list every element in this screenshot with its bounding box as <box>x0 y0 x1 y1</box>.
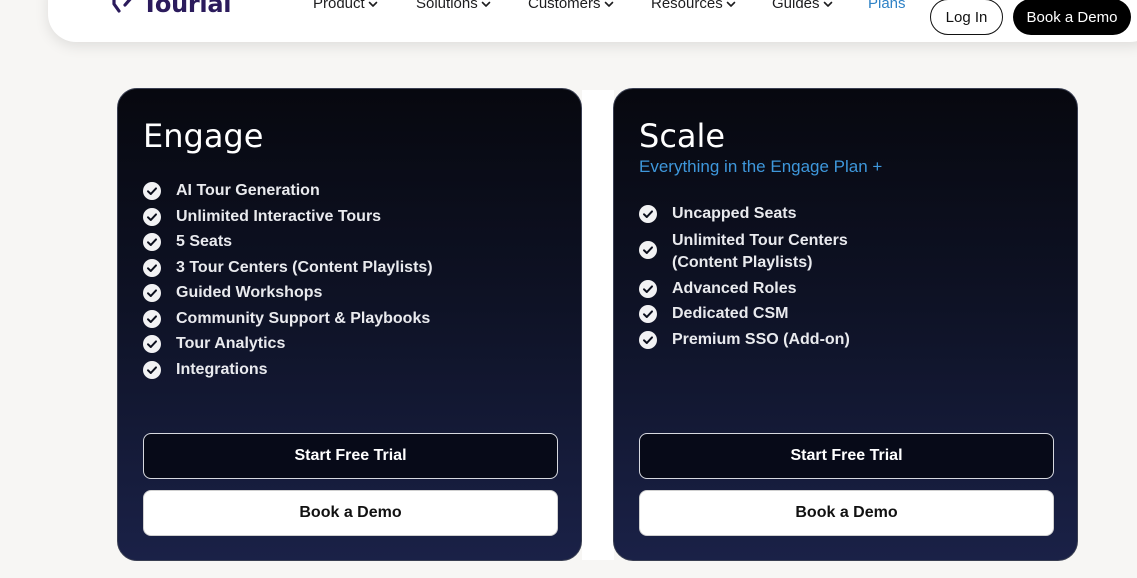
plan-card-scale: Scale Everything in the Engage Plan + Un… <box>613 88 1078 561</box>
feature-text: Guided Workshops <box>176 284 323 301</box>
start-free-trial-button[interactable]: Start Free Trial <box>143 433 558 479</box>
feature-list: Uncapped Seats Unlimited Tour Centers (C… <box>639 204 850 355</box>
plan-card-engage: Engage AI Tour Generation Unlimited Inte… <box>117 88 582 561</box>
check-circle-icon <box>639 240 657 259</box>
check-circle-icon <box>143 207 161 226</box>
nav-guides[interactable]: Guides <box>772 0 833 12</box>
feature-item: Community Support & Playbooks <box>143 309 433 330</box>
feature-item: Advanced Roles <box>639 279 850 300</box>
start-free-trial-button[interactable]: Start Free Trial <box>639 433 1054 479</box>
feature-text: Dedicated CSM <box>672 305 789 322</box>
feature-item: Dedicated CSM <box>639 304 850 325</box>
nav-item-label: Guides <box>772 0 820 12</box>
feature-text: Integrations <box>176 360 268 378</box>
feature-text: 5 Seats <box>176 233 233 250</box>
feature-text: Advanced Roles <box>672 279 797 297</box>
chevron-down-icon <box>604 0 614 9</box>
feature-text: 3 Tour Centers (Content Playlists) <box>176 258 433 276</box>
nav-solutions[interactable]: Solutions <box>416 0 491 12</box>
feature-item: Premium SSO (Add-on) <box>639 330 850 351</box>
logo[interactable]: Tourial <box>112 0 231 18</box>
check-circle-icon <box>143 182 161 200</box>
chevron-down-icon <box>823 0 833 9</box>
chevron-down-icon <box>368 0 378 9</box>
feature-item: Tour Analytics <box>143 334 433 355</box>
nav-item-label: Product <box>313 0 365 12</box>
chevron-down-icon <box>481 0 491 9</box>
nav-plans[interactable]: Plans <box>868 0 906 12</box>
nav-customers[interactable]: Customers <box>528 0 614 12</box>
book-demo-button[interactable]: Book a Demo <box>143 490 558 536</box>
plan-title: Engage <box>143 117 264 155</box>
login-button[interactable]: Log In <box>930 0 1003 35</box>
check-circle-icon <box>143 284 161 302</box>
card-gap <box>582 90 614 560</box>
feature-item: 3 Tour Centers (Content Playlists) <box>143 258 433 279</box>
feature-text: Tour Analytics <box>176 335 286 352</box>
feature-list: AI Tour Generation Unlimited Interactive… <box>143 181 433 385</box>
feature-text: Community Support & Playbooks <box>176 309 431 327</box>
feature-text: Unlimited Tour Centers (Content Playlist… <box>672 231 848 271</box>
nav-item-label: Customers <box>528 0 601 12</box>
check-circle-icon <box>639 330 657 349</box>
feature-text: Premium SSO (Add-on) <box>672 330 850 348</box>
feature-text: Uncapped Seats <box>672 205 797 222</box>
nav-item-label: Solutions <box>416 0 478 12</box>
check-circle-icon <box>639 205 657 223</box>
chevron-down-icon <box>726 0 736 9</box>
tourial-logo-icon <box>112 0 136 14</box>
check-circle-icon <box>143 360 161 379</box>
check-circle-icon <box>143 309 161 328</box>
check-circle-icon <box>143 258 161 277</box>
plan-title: Scale <box>639 117 726 155</box>
feature-item: Unlimited Interactive Tours <box>143 207 433 228</box>
feature-item: Guided Workshops <box>143 283 433 304</box>
feature-item: 5 Seats <box>143 232 433 253</box>
check-circle-icon <box>143 233 161 251</box>
plan-subtitle: Everything in the Engage Plan + <box>639 157 883 176</box>
nav-product[interactable]: Product <box>313 0 378 12</box>
logo-text: Tourial <box>142 0 232 18</box>
feature-text: AI Tour Generation <box>176 182 320 199</box>
feature-item: AI Tour Generation <box>143 181 433 202</box>
book-demo-nav-button[interactable]: Book a Demo <box>1013 0 1131 35</box>
feature-item: Integrations <box>143 360 433 381</box>
book-demo-button[interactable]: Book a Demo <box>639 490 1054 536</box>
check-circle-icon <box>639 305 657 323</box>
feature-item: Uncapped Seats <box>639 204 850 225</box>
feature-text: Unlimited Interactive Tours <box>176 207 382 225</box>
nav-item-label: Resources <box>651 0 723 12</box>
check-circle-icon <box>639 279 657 298</box>
feature-item: Unlimited Tour Centers (Content Playlist… <box>639 230 850 274</box>
nav-resources[interactable]: Resources <box>651 0 736 12</box>
check-circle-icon <box>143 335 161 353</box>
